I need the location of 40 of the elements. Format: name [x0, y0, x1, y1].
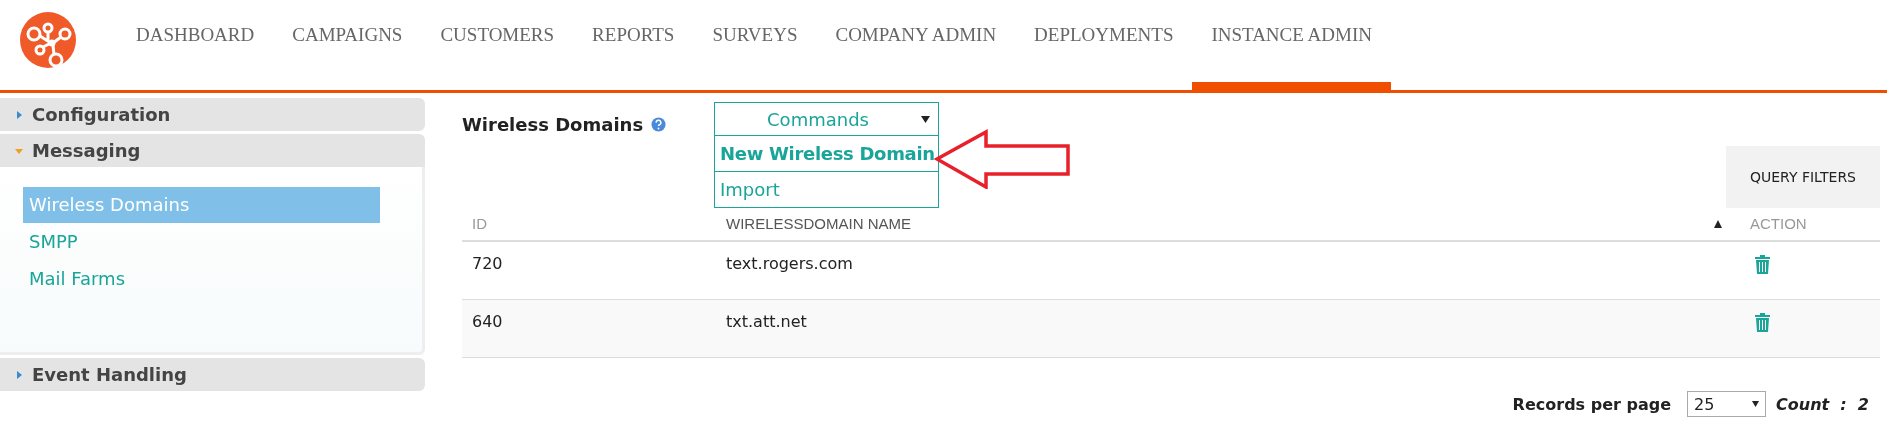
record-count: Count : 2 [1776, 394, 1869, 414]
trash-icon[interactable] [1754, 254, 1771, 274]
table-cell: text.rogers.com [726, 254, 853, 273]
caret-right-icon [14, 369, 24, 380]
nav-tab[interactable]: DASHBOARD [117, 0, 274, 66]
caret-right-icon [14, 109, 24, 120]
query-filters-button[interactable]: QUERY FILTERS [1726, 146, 1880, 208]
table-cell: txt.att.net [726, 312, 807, 331]
help-icon[interactable] [651, 117, 667, 132]
column-header[interactable]: ID [472, 215, 487, 232]
records-per-page-label: Records per page [1512, 394, 1671, 414]
nav-tab[interactable]: SURVEYS [693, 0, 817, 66]
nav-tab[interactable]: INSTANCE ADMIN [1192, 0, 1391, 90]
sidebar-item[interactable]: Mail Farms [23, 261, 380, 297]
per-page-select[interactable]: 25 [1687, 391, 1766, 417]
sidebar-section-header[interactable]: Configuration [0, 98, 425, 131]
section-label: Event Handling [32, 364, 187, 385]
column-header[interactable]: ACTION [1750, 215, 1807, 232]
caret-down-icon [921, 115, 930, 123]
table-cell: 640 [472, 312, 503, 331]
menu-item[interactable]: Import [715, 171, 938, 207]
sidebar-section-header[interactable]: Event Handling [0, 358, 425, 391]
page-title: Wireless Domains [462, 114, 644, 135]
trash-icon[interactable] [1754, 312, 1771, 332]
section-label: Configuration [32, 104, 171, 125]
table-cell: 720 [472, 254, 503, 273]
commands-dropdown[interactable]: Commands [714, 102, 939, 136]
sidebar-section-header[interactable]: Messaging [0, 134, 425, 167]
nav-tab[interactable]: REPORTS [573, 0, 694, 66]
nav-tab[interactable]: CAMPAIGNS [273, 0, 422, 66]
caret-down-icon [1752, 401, 1759, 407]
sidebar-item[interactable]: SMPP [23, 224, 380, 260]
nav-tab[interactable]: CUSTOMERS [421, 0, 574, 66]
menu-item[interactable]: New Wireless Domain [715, 136, 938, 171]
section-label: Messaging [32, 140, 141, 161]
sort-ascending-icon[interactable] [1714, 220, 1722, 228]
nav-tab[interactable]: DEPLOYMENTS [1015, 0, 1193, 66]
nav-tab[interactable]: COMPANY ADMIN [816, 0, 1016, 66]
logo-icon [20, 12, 76, 68]
column-header[interactable]: WIRELESSDOMAIN NAME [726, 215, 912, 232]
